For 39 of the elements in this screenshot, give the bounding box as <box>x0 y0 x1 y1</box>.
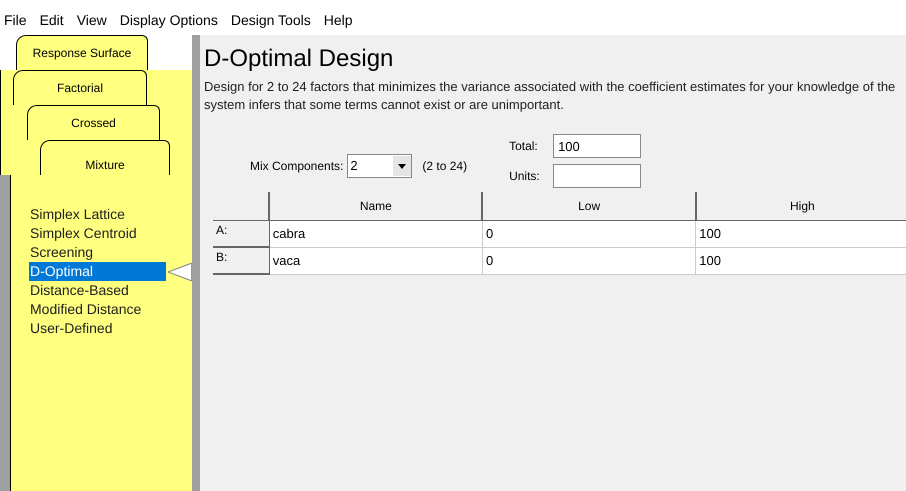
range-hint: (2 to 24) <box>422 158 468 175</box>
row-header: A: <box>213 220 270 247</box>
field-label: Units: <box>509 168 541 185</box>
units-field[interactable] <box>553 164 642 188</box>
design-item[interactable]: User-Defined <box>29 319 168 338</box>
table-cell[interactable]: 0 <box>482 247 696 274</box>
field-label: Total: <box>509 138 539 155</box>
field-label: Mix Components: <box>250 158 344 175</box>
design-item[interactable]: D-Optimal <box>29 262 166 281</box>
table-cell[interactable]: 0 <box>482 220 696 247</box>
tab[interactable]: Factorial <box>13 70 147 105</box>
column-header: High <box>696 192 906 220</box>
menu-item[interactable]: File <box>4 10 27 31</box>
table-cell[interactable]: cabra <box>269 220 482 247</box>
column-header: Name <box>269 192 482 220</box>
menu-item[interactable]: Design Tools <box>230 10 311 31</box>
design-item[interactable]: Distance-Based <box>29 281 168 300</box>
menu-item[interactable]: Edit <box>40 10 64 31</box>
tab[interactable]: Mixture <box>40 140 170 175</box>
tab[interactable]: Crossed <box>27 105 160 140</box>
table-cell[interactable]: vaca <box>269 247 482 274</box>
column-header: Low <box>482 192 696 220</box>
pointer-icon <box>168 262 192 280</box>
design-item[interactable]: Modified Distance <box>29 300 168 319</box>
caret-icon <box>393 156 412 176</box>
description: Design for 2 to 24 factors that minimizes the variance associated with the coefficient estimates for your knowledge of the system infers that some terms cannot exist or are unimportant. <box>204 78 896 114</box>
total-field[interactable]: 100 <box>553 134 642 158</box>
design-item[interactable]: Simplex Centroid <box>29 224 168 243</box>
page-title: D-Optimal Design <box>204 45 394 73</box>
menu-item[interactable]: Display Options <box>120 10 218 31</box>
design-item[interactable]: Simplex Lattice <box>29 205 168 224</box>
tab[interactable]: Response Surface <box>16 35 148 70</box>
design-item[interactable]: Screening <box>29 243 168 262</box>
mix-components-dropdown[interactable]: 2 <box>347 154 412 178</box>
row-header: B: <box>213 247 270 274</box>
menu-item[interactable]: View <box>76 10 107 31</box>
table-cell[interactable]: 100 <box>696 247 906 274</box>
menu-item[interactable]: Help <box>324 10 353 31</box>
table-cell[interactable]: 100 <box>696 220 906 247</box>
